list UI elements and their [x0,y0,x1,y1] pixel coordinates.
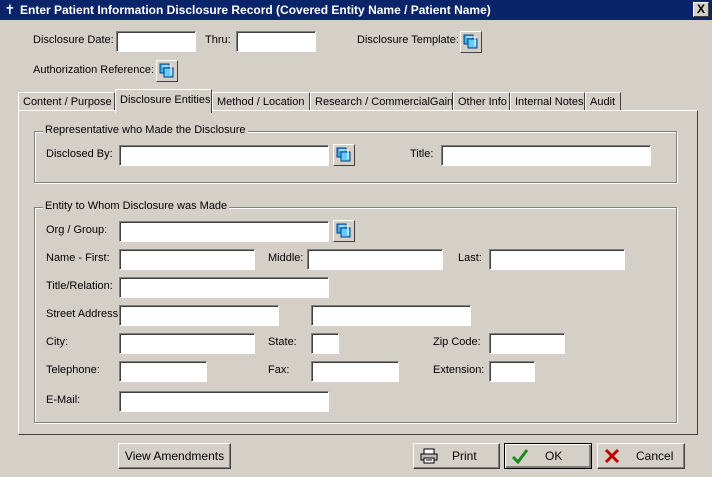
print-button[interactable]: Print [413,443,500,469]
tab-other-info[interactable]: Other Info [453,92,510,111]
zip-code-label: Zip Code: [433,336,481,348]
disclosure-template-label: Disclosure Template: [357,34,459,46]
disclosed-by-field[interactable] [119,145,329,166]
city-field[interactable] [119,333,255,354]
tab-internal-notes[interactable]: Internal Notes [510,92,585,111]
title-relation-label: Title/Relation: [46,280,113,292]
checkmark-icon [511,449,529,464]
email-field[interactable] [119,391,329,412]
disclosed-by-lookup-button[interactable] [333,144,355,166]
city-label: City: [46,336,68,348]
telephone-label: Telephone: [46,364,100,376]
x-icon [604,448,620,464]
authorization-reference-label: Authorization Reference: [33,64,155,76]
lookup-icon [336,223,351,238]
tab-research-commercialgain[interactable]: Research / CommercialGain [310,92,453,111]
lookup-icon [159,63,174,78]
close-button[interactable]: X [693,2,709,17]
tab-content-purpose[interactable]: Content / Purpose [18,92,115,111]
name-first-label: Name - First: [46,252,110,264]
tab-method-location[interactable]: Method / Location [212,92,310,111]
fax-label: Fax: [268,364,290,376]
window-title: Enter Patient Information Disclosure Rec… [20,3,491,17]
lookup-icon [463,34,478,49]
telephone-field[interactable] [119,361,207,382]
email-label: E-Mail: [46,394,81,406]
extension-field[interactable] [489,361,535,382]
representative-group-title: Representative who Made the Disclosure [43,124,248,136]
name-first-field[interactable] [119,249,255,270]
org-group-field[interactable] [119,221,329,242]
extension-label: Extension: [433,364,485,376]
street-address-line1-field[interactable] [119,305,279,326]
lookup-icon [336,147,351,162]
title-label: Title: [410,148,434,160]
state-label: State: [268,336,297,348]
name-middle-field[interactable] [307,249,443,270]
cancel-button[interactable]: Cancel [597,443,685,469]
org-group-label: Org / Group: [46,224,108,236]
disclosure-date-field[interactable] [116,31,196,52]
view-amendments-label: View Amendments [124,449,225,463]
disclosure-template-lookup-button[interactable] [460,31,482,53]
middle-label: Middle: [268,252,304,264]
street-address-line2-field[interactable] [311,305,471,326]
street-address-label: Street Address [46,308,119,320]
thru-label: Thru: [205,34,231,46]
title-bar: ✝ Enter Patient Information Disclosure R… [0,0,712,20]
view-amendments-button[interactable]: View Amendments [118,443,231,469]
name-last-field[interactable] [489,249,625,270]
tab-panel-disclosure-entities: Representative who Made the Disclosure D… [18,110,698,435]
entity-group: Entity to Whom Disclosure was Made Org /… [34,200,677,423]
disclosure-date-label: Disclosure Date: [33,34,114,46]
ok-label: OK [545,449,563,463]
printer-icon [420,448,438,464]
representative-title-field[interactable] [441,145,651,166]
last-label: Last: [458,252,482,264]
thru-date-field[interactable] [236,31,316,52]
title-relation-field[interactable] [119,277,329,298]
fax-field[interactable] [311,361,399,382]
zip-code-field[interactable] [489,333,565,354]
tab-disclosure-entities[interactable]: Disclosure Entities [115,89,212,113]
org-group-lookup-button[interactable] [333,220,355,242]
disclosed-by-label: Disclosed By: [46,148,113,160]
state-field[interactable] [311,333,339,354]
authorization-reference-lookup-button[interactable] [156,60,178,82]
ok-button[interactable]: OK [504,443,592,469]
representative-group: Representative who Made the Disclosure D… [34,124,677,183]
tab-audit[interactable]: Audit [585,92,621,111]
entity-group-title: Entity to Whom Disclosure was Made [43,200,230,212]
cancel-label: Cancel [636,449,674,463]
app-icon: ✝ [4,2,16,17]
print-label: Print [452,449,477,463]
